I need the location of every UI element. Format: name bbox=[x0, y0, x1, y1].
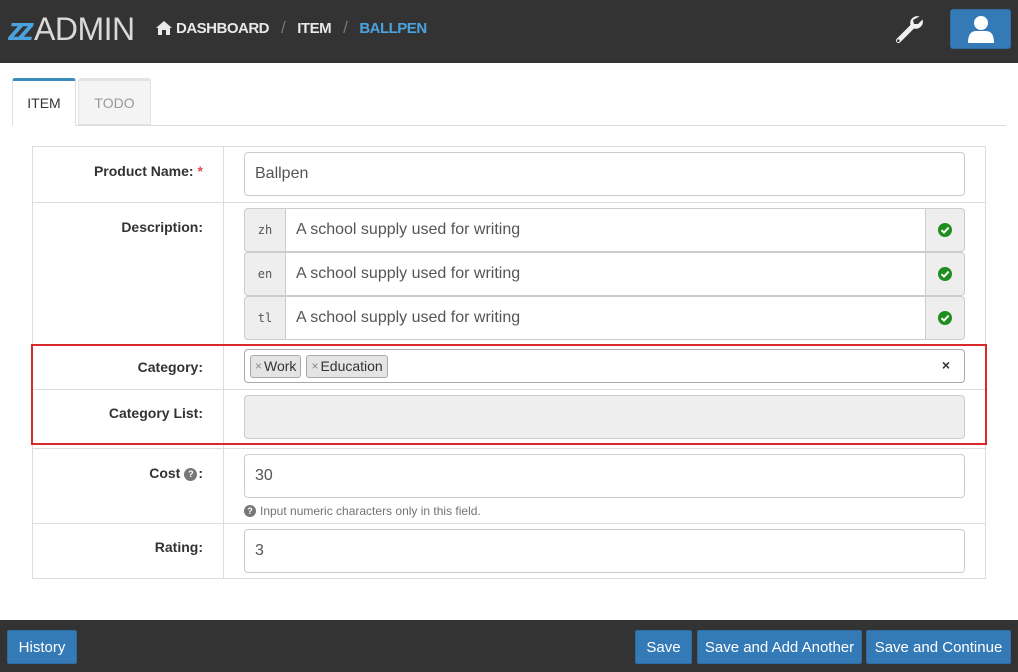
breadcrumb-separator: / bbox=[281, 18, 286, 37]
cost-help-text: ? Input numeric characters only in this … bbox=[244, 504, 965, 518]
cost-input[interactable]: 30 bbox=[244, 454, 965, 498]
remove-tag-icon[interactable]: × bbox=[255, 359, 262, 373]
description-label: Description: bbox=[33, 203, 224, 344]
lang-code-tl: tl bbox=[244, 296, 285, 340]
required-marker: * bbox=[197, 163, 203, 179]
breadcrumb-current: BALLPEN bbox=[359, 19, 427, 37]
user-icon bbox=[967, 16, 994, 43]
rating-label: Rating: bbox=[33, 524, 224, 578]
product-name-label-text: Product Name: bbox=[93, 163, 194, 179]
save-continue-button[interactable]: Save and Continue bbox=[866, 630, 1011, 664]
category-cell: × Work × Education × bbox=[224, 345, 985, 389]
description-en-group: en A school supply used for writing bbox=[244, 252, 965, 296]
breadcrumb-item[interactable]: ITEM bbox=[297, 20, 331, 37]
question-circle-icon[interactable]: ? bbox=[184, 467, 198, 481]
remove-tag-icon[interactable]: × bbox=[311, 359, 318, 373]
description-tl-group: tl A school supply used for writing bbox=[244, 296, 965, 340]
category-tag-work: × Work bbox=[250, 354, 302, 378]
row-category: Category: × Work × Education × bbox=[33, 344, 985, 389]
cost-label: Cost?: bbox=[33, 449, 224, 523]
row-description: Description: zh A school supply used for… bbox=[33, 202, 985, 344]
product-name-input[interactable]: Ballpen bbox=[244, 152, 965, 196]
tab-item[interactable]: ITEM bbox=[12, 78, 76, 126]
cost-help-label: Input numeric characters only in this fi… bbox=[260, 504, 481, 518]
lang-code-en: en bbox=[244, 252, 285, 296]
description-tl-input[interactable]: A school supply used for writing bbox=[285, 296, 926, 340]
logo-text: ADMIN bbox=[34, 11, 135, 47]
cost-label-suffix: : bbox=[198, 465, 203, 481]
question-circle-icon: ? bbox=[244, 505, 256, 517]
category-list-field bbox=[244, 395, 965, 439]
cost-label-text: Cost bbox=[149, 465, 181, 481]
rating-input[interactable]: 3 bbox=[244, 529, 965, 573]
user-menu-button[interactable] bbox=[950, 9, 1011, 49]
check-circle-icon bbox=[926, 296, 965, 340]
category-list-cell bbox=[224, 390, 985, 448]
category-multiselect[interactable]: × Work × Education × bbox=[244, 349, 965, 383]
row-rating: Rating: 3 bbox=[33, 523, 985, 578]
description-en-input[interactable]: A school supply used for writing bbox=[285, 252, 926, 296]
breadcrumb-separator: / bbox=[343, 18, 348, 37]
description-zh-group: zh A school supply used for writing bbox=[244, 208, 965, 252]
row-category-list: Category List: bbox=[33, 389, 985, 448]
breadcrumb-dashboard[interactable]: DASHBOARD bbox=[156, 19, 270, 37]
category-tag-education: × Education bbox=[306, 354, 388, 378]
item-form: Product Name: * Ballpen Description: zh A… bbox=[32, 146, 986, 579]
breadcrumb-dashboard-label: DASHBOARD bbox=[176, 19, 270, 37]
category-label: Category: bbox=[33, 345, 224, 389]
cost-cell: 30 ? Input numeric characters only in th… bbox=[224, 449, 985, 523]
check-circle-icon bbox=[926, 252, 965, 296]
wrench-icon[interactable] bbox=[892, 12, 924, 44]
action-bar: History Save Save and Add Another Save a… bbox=[0, 620, 1018, 672]
clear-selection-icon[interactable]: × bbox=[942, 357, 950, 373]
logo-mark-2: z bbox=[18, 11, 34, 47]
description-cell: zh A school supply used for writing en A… bbox=[224, 203, 985, 344]
tab-todo[interactable]: TODO bbox=[78, 78, 151, 125]
app-logo[interactable]: zz ADMIN bbox=[8, 11, 135, 47]
product-name-label: Product Name: * bbox=[33, 147, 224, 202]
row-product-name: Product Name: * Ballpen bbox=[33, 147, 985, 202]
row-cost: Cost?: 30 ? Input numeric characters onl… bbox=[33, 448, 985, 523]
product-name-cell: Ballpen bbox=[224, 147, 985, 202]
category-list-label: Category List: bbox=[33, 390, 224, 448]
top-navbar: zz ADMIN DASHBOARD / ITEM / BALLPEN bbox=[0, 0, 1018, 63]
home-icon bbox=[156, 21, 172, 35]
lang-code-zh: zh bbox=[244, 208, 285, 252]
save-button[interactable]: Save bbox=[635, 630, 692, 664]
history-button[interactable]: History bbox=[7, 630, 77, 664]
description-zh-input[interactable]: A school supply used for writing bbox=[285, 208, 926, 252]
breadcrumb: DASHBOARD / ITEM / BALLPEN bbox=[156, 18, 427, 38]
category-tag-label: Education bbox=[320, 358, 383, 374]
category-tag-label: Work bbox=[264, 358, 297, 374]
save-add-another-button[interactable]: Save and Add Another bbox=[697, 630, 862, 664]
check-circle-icon bbox=[926, 208, 965, 252]
rating-cell: 3 bbox=[224, 524, 985, 578]
tab-bar: ITEM TODO bbox=[12, 78, 1006, 126]
